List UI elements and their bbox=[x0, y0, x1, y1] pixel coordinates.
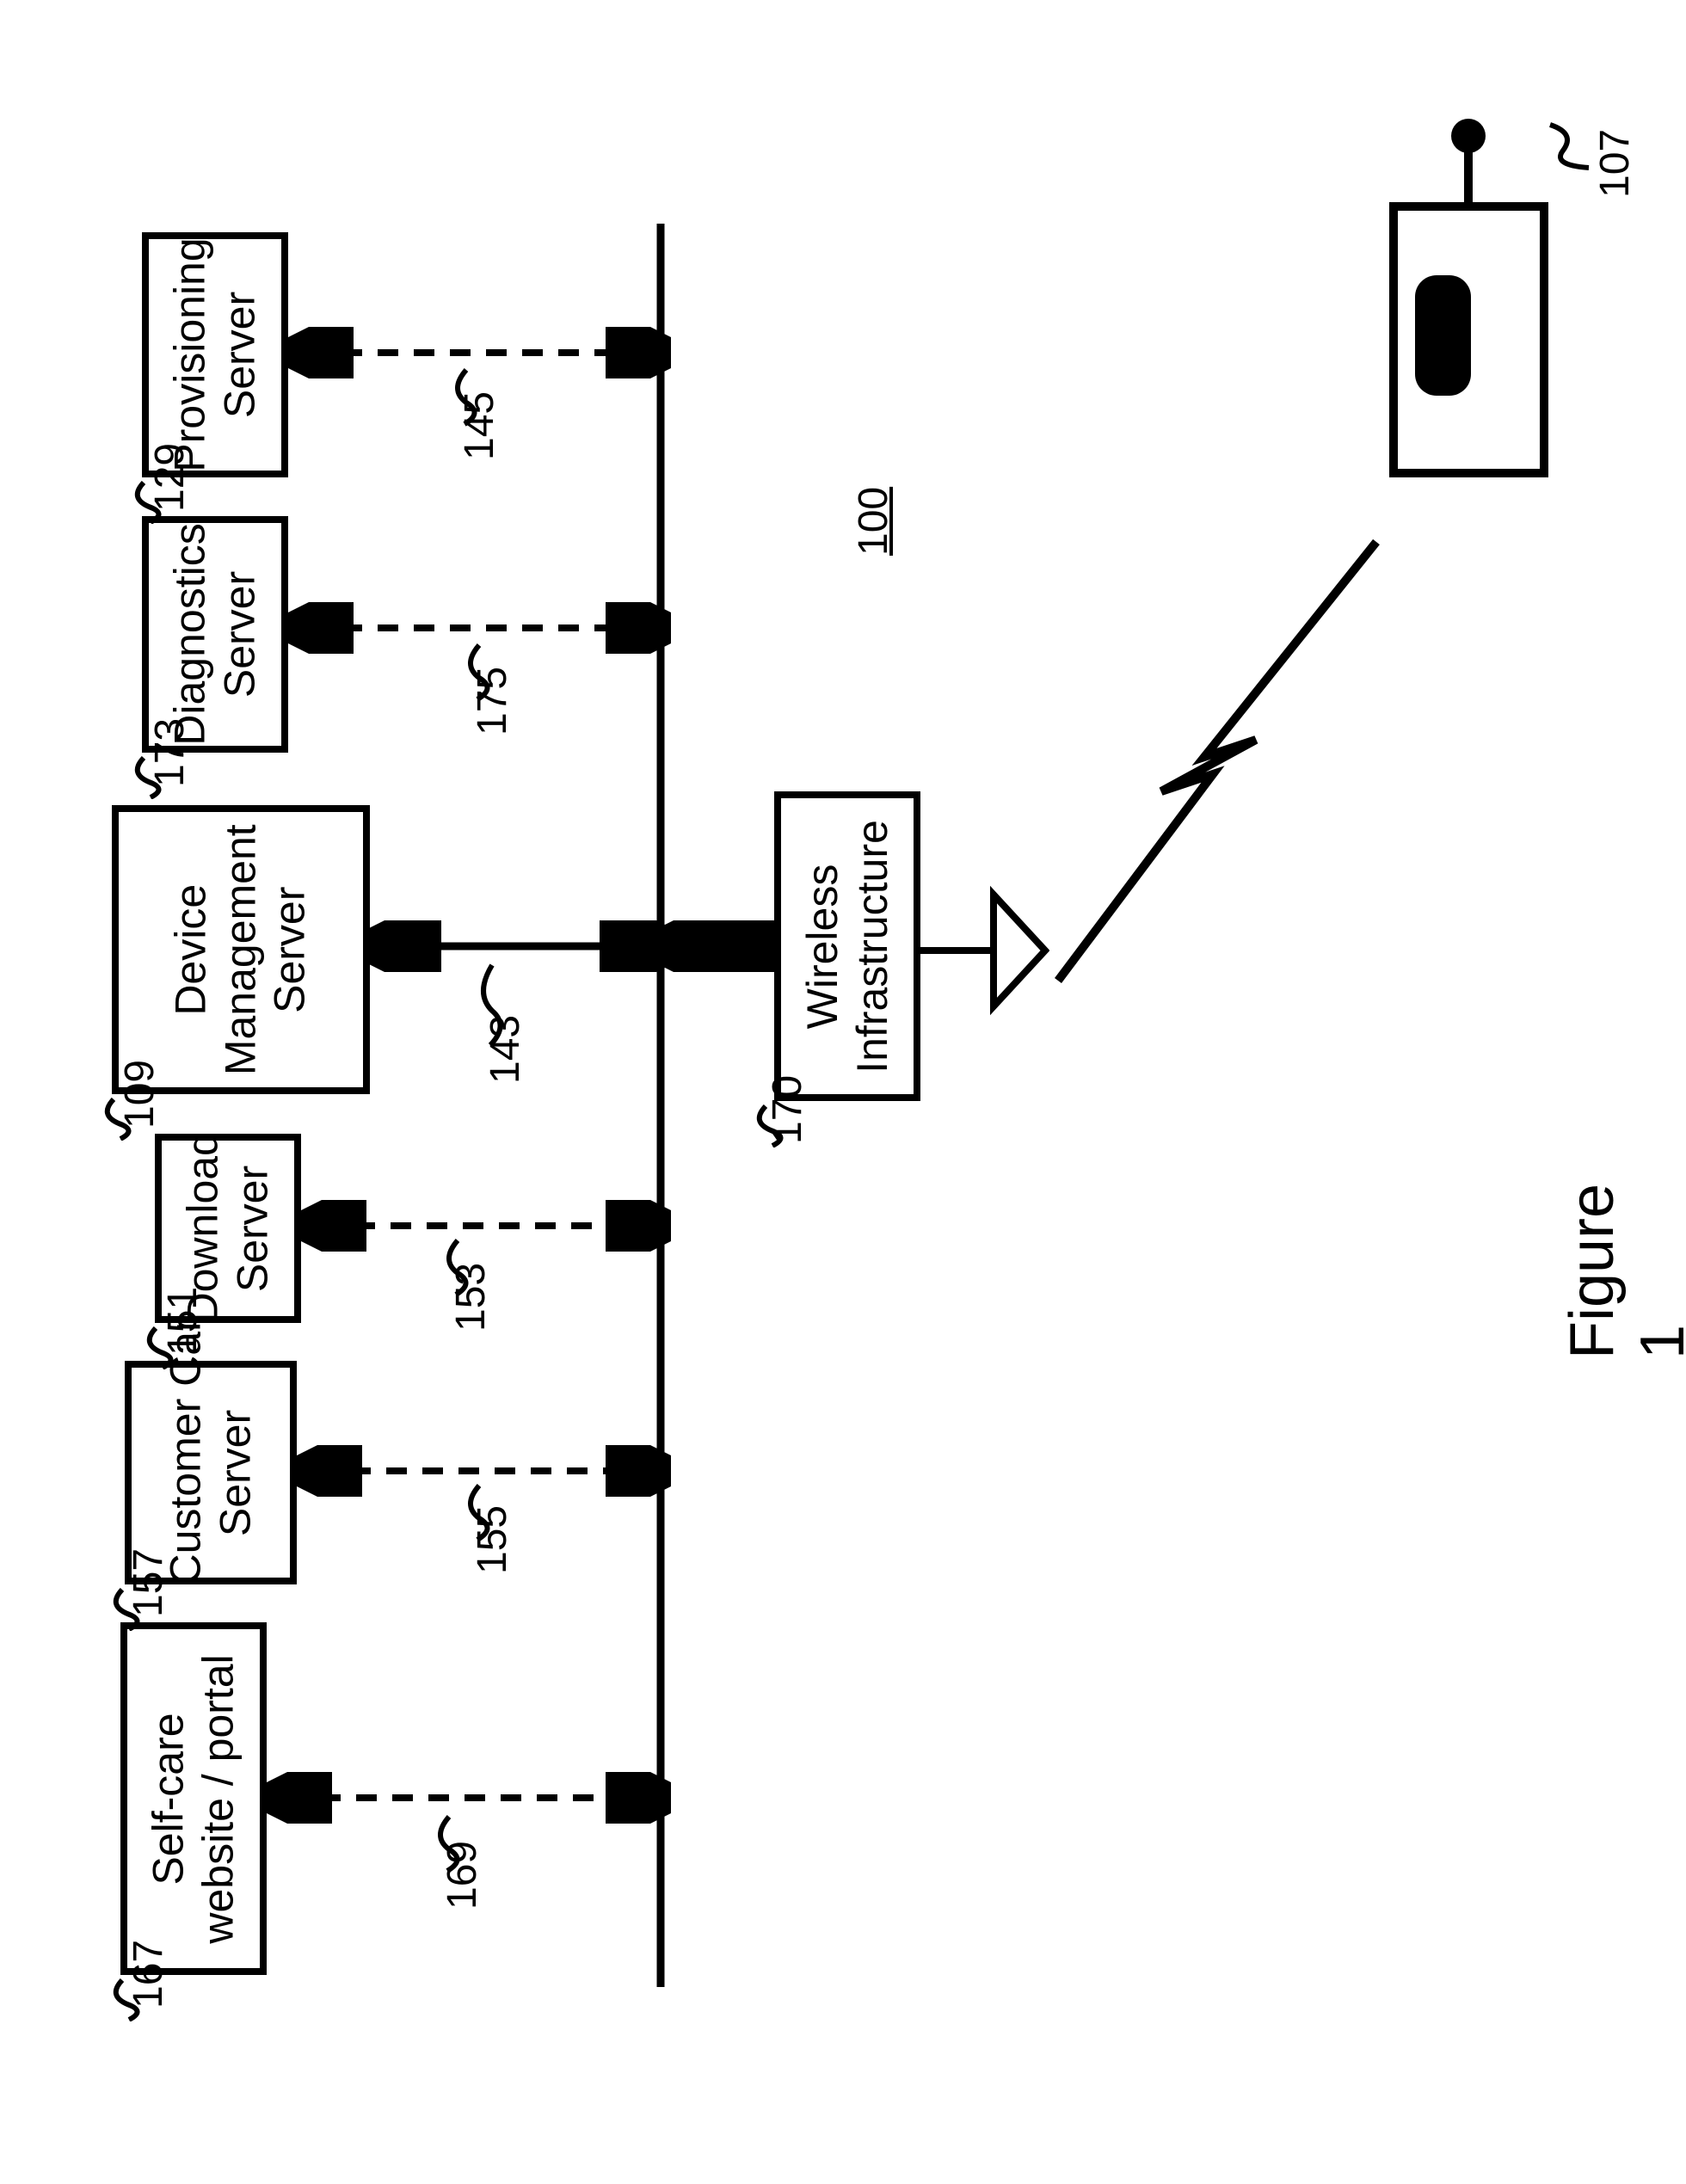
antenna-icon bbox=[912, 877, 1049, 1024]
wireless-box: Wireless Infrastructure bbox=[774, 791, 920, 1101]
figure-caption: Figure 1 bbox=[1557, 1184, 1686, 1359]
selfcare-box: Self-care website / portal bbox=[120, 1622, 267, 1975]
selfcare-ref-tick bbox=[103, 1978, 155, 2021]
prov-ref-tick bbox=[125, 481, 176, 524]
prov-label: Provisioning Server bbox=[166, 237, 265, 471]
diagram-canvas: 100 Figure 1 Self-care website / portal … bbox=[0, 0, 1686, 2184]
download-link-tick bbox=[432, 1239, 483, 1299]
device-ref-tick bbox=[1541, 120, 1602, 172]
download-ref-tick bbox=[137, 1326, 188, 1369]
custcare-label: Customer Care Server bbox=[162, 1361, 261, 1584]
devmgmt-link bbox=[370, 920, 671, 972]
wireless-label: Wireless Infrastructure bbox=[798, 820, 897, 1074]
wireless-signal-icon bbox=[1032, 516, 1394, 998]
devmgmt-ref-tick bbox=[95, 1098, 146, 1141]
devmgmt-link-tick bbox=[466, 963, 518, 1049]
custcare-link-tick bbox=[453, 1484, 505, 1544]
diag-label: Diagnostics Server bbox=[166, 523, 265, 745]
diag-ref-tick bbox=[125, 756, 176, 799]
devmgmt-label: Device Management Server bbox=[167, 824, 316, 1075]
prov-box: Provisioning Server bbox=[142, 232, 288, 477]
prov-link-tick bbox=[440, 368, 492, 428]
system-ref-label: 100 bbox=[850, 487, 897, 556]
diag-box: Diagnostics Server bbox=[142, 516, 288, 753]
wireless-ref-tick bbox=[747, 1104, 798, 1147]
custcare-ref-tick bbox=[103, 1588, 155, 1631]
selfcare-label: Self-care website / portal bbox=[145, 1654, 243, 1943]
download-link bbox=[301, 1200, 671, 1252]
bus-line bbox=[654, 224, 668, 1987]
selfcare-link-tick bbox=[423, 1815, 475, 1875]
bus-to-wireless-link bbox=[661, 920, 790, 972]
devmgmt-box: Device Management Server bbox=[112, 805, 370, 1094]
diag-link-tick bbox=[453, 643, 505, 704]
